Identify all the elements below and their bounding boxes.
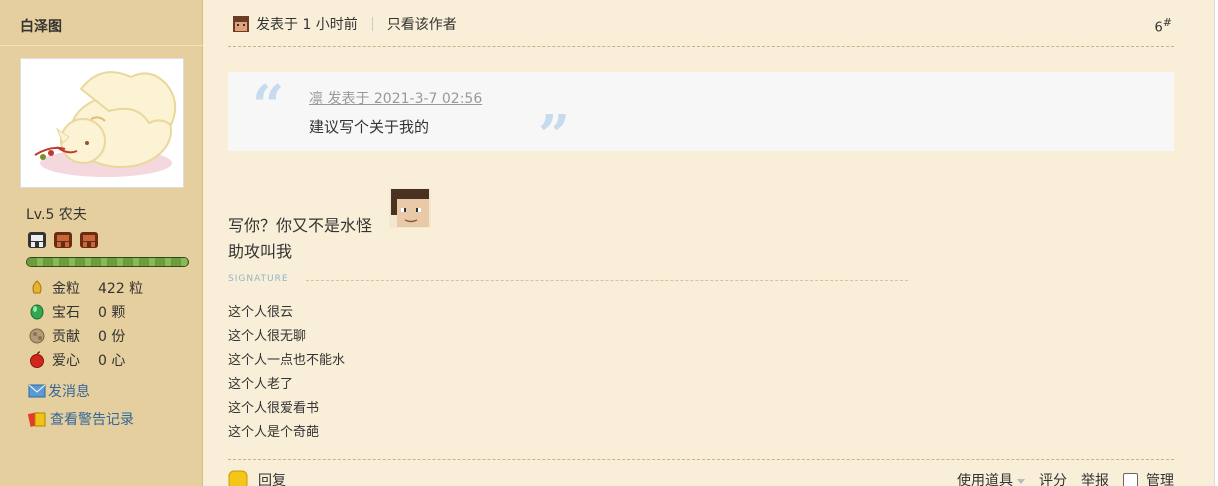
view-warnings-link[interactable]: 查看警告记录 — [28, 409, 134, 429]
contribution-icon — [29, 328, 45, 344]
signature-line: 这个人很爱看书 — [228, 401, 320, 416]
author-username[interactable]: 白泽图 — [20, 16, 62, 36]
page-edge — [1214, 0, 1218, 486]
author-face-icon — [233, 16, 249, 32]
header-divider — [371, 17, 373, 31]
user-level: Lv.5 农夫 — [26, 207, 87, 223]
signature-label: SIGNATURE — [228, 274, 289, 284]
experience-bar — [26, 257, 189, 267]
signature-line: 这个人是个奇葩 — [228, 425, 320, 440]
send-message-link[interactable]: 发消息 — [28, 381, 90, 401]
avatar[interactable] — [20, 58, 184, 188]
signature-text: 这个人很云 这个人很无聊 这个人一点也不能水 这个人老了 这个人很爱看书 这个人… — [228, 304, 345, 448]
signature-line: 这个人一点也不能水 — [228, 353, 346, 368]
post-footer: 回复 使用道具 评分 举报 管理 — [228, 470, 1174, 486]
signature-line: 这个人很无聊 — [228, 329, 307, 344]
post-time: 发表于 1 小时前 — [256, 17, 358, 33]
medal-icon[interactable] — [52, 230, 74, 250]
warning-cards-icon — [28, 412, 46, 427]
signature-divider — [306, 280, 908, 281]
medal-icon[interactable] — [78, 230, 100, 250]
quote-text: 建议写个关于我的 — [309, 118, 430, 136]
mail-icon — [28, 384, 46, 398]
chevron-down-icon — [1017, 478, 1025, 484]
reply-icon[interactable] — [228, 470, 248, 486]
stat-gold: 金粒 422 粒 — [28, 276, 143, 300]
post-header: 发表于 1 小时前 只看该作者 — [232, 14, 1174, 34]
footer-dashed-divider — [228, 459, 1174, 460]
steve-face-emoji-icon — [389, 188, 431, 228]
manage-label[interactable]: 管理 — [1146, 470, 1174, 486]
user-stats: 金粒 422 粒 宝石 0 颗 贡献 0 份 爱心 0 心 — [28, 276, 143, 372]
stat-gem: 宝石 0 颗 — [28, 300, 143, 324]
use-item-dropdown[interactable]: 使用道具 — [957, 470, 1025, 486]
medal-icon[interactable] — [26, 230, 48, 250]
manage-control: 管理 — [1123, 470, 1174, 486]
rate-button[interactable]: 评分 — [1039, 470, 1067, 486]
close-quote-icon: ” — [538, 103, 571, 169]
header-dashed-divider — [228, 46, 1174, 47]
apple-heart-icon — [30, 351, 44, 368]
stat-contribution: 贡献 0 份 — [28, 324, 143, 348]
report-button[interactable]: 举报 — [1081, 470, 1109, 486]
open-quote-icon: “ — [252, 73, 285, 139]
gem-icon — [30, 304, 44, 320]
message-line: 写你？你又不是水怪 — [228, 216, 373, 235]
signature-line: 这个人老了 — [228, 377, 294, 392]
floor-number[interactable]: 6# — [1155, 16, 1173, 35]
reply-button[interactable]: 回复 — [258, 470, 286, 486]
stat-heart: 爱心 0 心 — [28, 348, 143, 372]
gold-grain-icon — [32, 280, 42, 294]
author-sidebar: 白泽图 Lv.5 农夫 金粒 422 粒 宝石 0 颗 贡献 0 份 爱心 0 … — [0, 0, 203, 486]
quote-block: “ 凛 发表于 2021-3-7 02:56 建议写个关于我的 ” — [228, 72, 1174, 164]
manage-checkbox[interactable] — [1123, 472, 1138, 486]
message-line: 助攻叫我 — [228, 242, 293, 261]
quote-meta-link[interactable]: 凛 发表于 2021-3-7 02:56 — [309, 88, 482, 108]
signature-line: 这个人很云 — [228, 305, 294, 320]
sidebar-divider — [0, 45, 203, 46]
only-author-link[interactable]: 只看该作者 — [387, 14, 457, 34]
medal-row — [26, 230, 100, 250]
